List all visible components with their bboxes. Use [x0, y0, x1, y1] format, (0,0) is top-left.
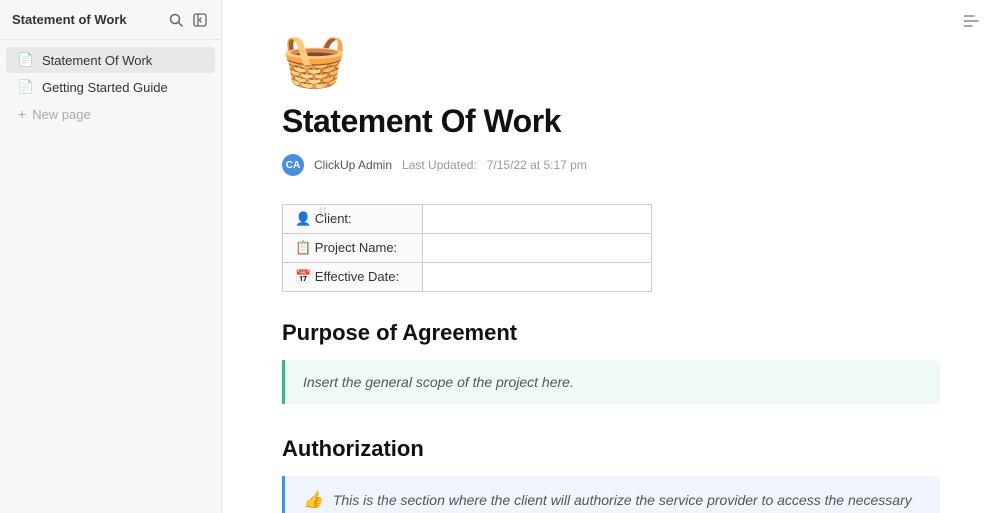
collapse-icon	[193, 13, 207, 27]
authorization-section: Authorization 👍 This is the section wher…	[282, 436, 940, 513]
table-wrapper: ⠿ 👤 Client: 📋 Project Name: 📅 Effective …	[282, 204, 940, 292]
sidebar-title: Statement of Work	[12, 12, 127, 27]
doc-icon: 📄	[18, 52, 34, 68]
collapse-sidebar-button[interactable]	[191, 11, 209, 29]
drag-handle[interactable]: ⠿	[318, 206, 328, 222]
client-value[interactable]	[422, 205, 651, 234]
new-page-item[interactable]: + New page	[6, 101, 215, 127]
authorization-heading: Authorization	[282, 436, 940, 462]
doc-icon: 📄	[18, 79, 34, 95]
new-page-label: New page	[32, 107, 91, 122]
sidebar-header: Statement of Work	[0, 0, 221, 40]
client-label: 👤 Client:	[283, 205, 423, 234]
sidebar-item-label: Statement Of Work	[42, 53, 152, 68]
search-icon	[169, 13, 183, 27]
effective-date-label: 📅 Effective Date:	[283, 263, 423, 292]
toolbar	[960, 10, 986, 37]
authorization-callout-body: This is the section where the client wil…	[303, 492, 912, 513]
doc-title: Statement Of Work	[282, 103, 940, 140]
sidebar-icon-group	[167, 11, 209, 29]
authorization-callout-text: 👍 This is the section where the client w…	[303, 490, 922, 513]
purpose-heading: Purpose of Agreement	[282, 320, 940, 346]
author-name: ClickUp Admin	[314, 158, 392, 172]
main-content: 🧺 Statement Of Work CA ClickUp Admin Las…	[222, 0, 1000, 513]
purpose-section: Purpose of Agreement Insert the general …	[282, 320, 940, 404]
table-row: 📋 Project Name:	[283, 234, 652, 263]
sidebar: Statement of Work 📄 Statement Of Work	[0, 0, 222, 513]
doc-emoji: 🧺	[282, 30, 940, 91]
thumbs-up-icon: 👍	[303, 492, 323, 509]
purpose-callout-text: Insert the general scope of the project …	[303, 374, 922, 390]
author-avatar: CA	[282, 154, 304, 176]
author-initials: CA	[286, 160, 300, 171]
project-name-label: 📋 Project Name:	[283, 234, 423, 263]
table-row: 📅 Effective Date:	[283, 263, 652, 292]
last-updated-label: Last Updated:	[402, 158, 477, 172]
search-button[interactable]	[167, 11, 185, 29]
outline-toggle-button[interactable]	[960, 10, 986, 37]
sidebar-item-getting-started[interactable]: 📄 Getting Started Guide	[6, 74, 215, 100]
project-name-value[interactable]	[422, 234, 651, 263]
sidebar-item-label: Getting Started Guide	[42, 80, 168, 95]
doc-meta: CA ClickUp Admin Last Updated: 7/15/22 a…	[282, 154, 940, 176]
sidebar-nav: 📄 Statement Of Work 📄 Getting Started Gu…	[0, 40, 221, 513]
document-content: 🧺 Statement Of Work CA ClickUp Admin Las…	[222, 0, 1000, 513]
outline-icon	[964, 14, 982, 28]
info-table: 👤 Client: 📋 Project Name: 📅 Effective Da…	[282, 204, 652, 292]
last-updated-value: 7/15/22 at 5:17 pm	[487, 158, 587, 172]
plus-icon: +	[18, 106, 26, 122]
sidebar-item-statement-of-work[interactable]: 📄 Statement Of Work	[6, 47, 215, 73]
effective-date-value[interactable]	[422, 263, 651, 292]
authorization-callout: 👍 This is the section where the client w…	[282, 476, 940, 513]
purpose-callout: Insert the general scope of the project …	[282, 360, 940, 404]
table-row: 👤 Client:	[283, 205, 652, 234]
